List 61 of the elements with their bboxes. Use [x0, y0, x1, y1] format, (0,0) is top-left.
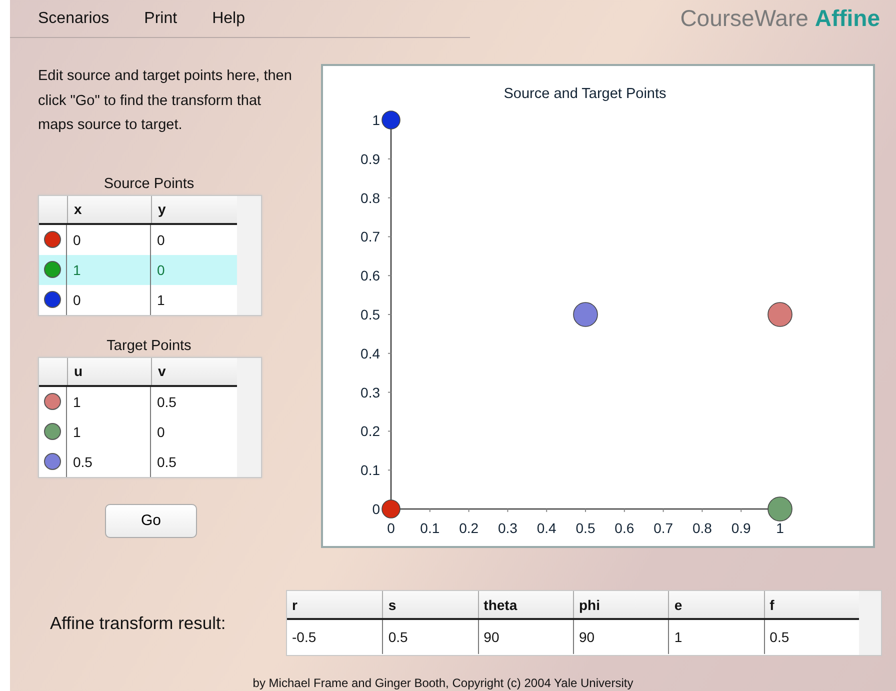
x-tick-label: 0.2 — [459, 520, 479, 536]
x-tick-label: 0.1 — [420, 520, 440, 536]
column-header: e — [668, 591, 764, 618]
table-cell: 1 — [668, 620, 764, 654]
x-tick-label: 0 — [387, 520, 395, 536]
table-cell[interactable]: 0.5 — [67, 446, 151, 476]
y-tick-label: 0.6 — [360, 268, 380, 284]
column-header: u — [67, 358, 151, 384]
table-cell: 90 — [573, 620, 668, 654]
table-cell[interactable]: 0 — [67, 284, 151, 314]
y-tick-label: 0.7 — [360, 228, 380, 245]
x-tick-label: 0.5 — [576, 520, 596, 536]
table-cell[interactable]: 0.5 — [151, 386, 237, 416]
x-tick-label: 0.3 — [498, 520, 518, 536]
x-tick-label: 0.7 — [654, 520, 674, 536]
result-label: Affine transform result: — [50, 612, 227, 634]
y-tick-label: 0.9 — [360, 150, 380, 167]
column-header: x — [67, 196, 151, 222]
y-tick-label: 0.2 — [360, 423, 380, 440]
table-row[interactable]: 1 0.5 — [39, 386, 237, 416]
y-tick-label: 0.1 — [360, 462, 380, 478]
y-tick-label: 1 — [372, 112, 380, 128]
column-header: s — [382, 591, 478, 618]
x-tick-label: 0.6 — [614, 520, 634, 536]
table-cell-text: -0.5 — [291, 628, 318, 647]
y-tick-label: 0.4 — [360, 345, 380, 362]
table-cell: 90 — [478, 620, 573, 654]
menu-item[interactable]: Scenarios — [28, 10, 120, 28]
table-cell: 0.5 — [382, 620, 478, 654]
y-tick-label: 0.5 — [360, 306, 380, 322]
table-cell[interactable]: 0 — [151, 416, 237, 446]
table-cell[interactable]: 0 — [151, 224, 237, 254]
chart-title: Source and Target Points — [504, 86, 666, 102]
table-cell: 0.5 — [764, 620, 859, 654]
table-cell[interactable]: 1 — [151, 284, 237, 314]
column-header: r — [291, 596, 298, 614]
table-cell[interactable]: 0.5 — [151, 446, 237, 476]
x-tick-label: 0.8 — [692, 520, 712, 536]
column-header: y — [151, 196, 237, 222]
column-header: phi — [573, 591, 668, 618]
table-cell[interactable]: 0 — [151, 254, 237, 284]
footer-text: by Michael Frame and Ginger Booth, Copyright (c) 2004 Yale University — [252, 676, 634, 690]
table-title: Target Points — [106, 338, 192, 354]
x-tick-label: 0.9 — [731, 520, 751, 536]
go-button[interactable]: Go — [105, 504, 197, 538]
table-row[interactable]: 0 0 — [39, 224, 237, 254]
table-title: Source Points — [102, 176, 196, 192]
app-title: CourseWare Affine — [680, 4, 880, 32]
column-header: v — [151, 358, 237, 384]
x-tick-label: 1 — [776, 520, 784, 536]
y-tick-label: 0.8 — [360, 190, 380, 206]
menu-item[interactable]: Help — [202, 10, 255, 28]
table-row[interactable]: 1 0 — [39, 254, 237, 284]
x-tick-label: 0.4 — [536, 520, 556, 536]
y-tick-label: 0 — [372, 501, 380, 517]
menu-item[interactable]: Print — [134, 10, 188, 28]
table-row[interactable]: 0 1 — [39, 284, 237, 314]
y-tick-label: 0.3 — [360, 384, 380, 400]
column-header: f — [764, 591, 859, 618]
column-header: theta — [478, 591, 573, 618]
instructions-text: Edit source and target points here, then click "Go" to find the transform that maps source to target. — [38, 67, 293, 135]
